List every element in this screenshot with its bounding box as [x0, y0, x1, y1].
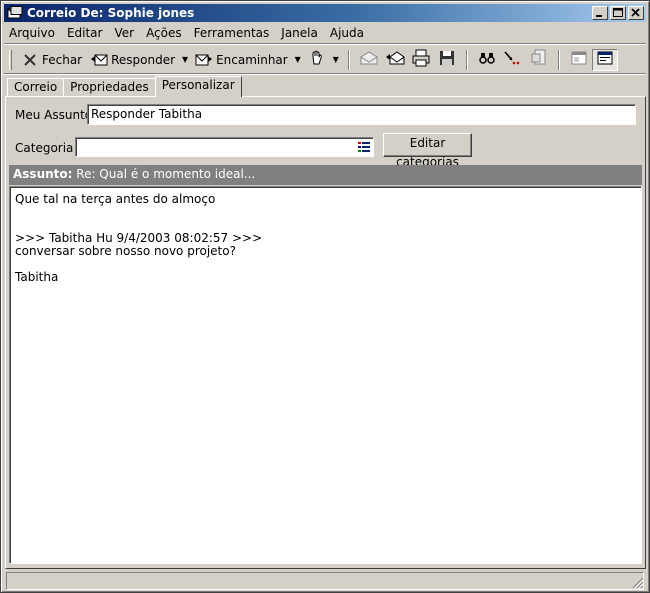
mark-unread-button[interactable]: [382, 49, 408, 71]
close-button[interactable]: Fechar: [17, 49, 86, 71]
tab-correio[interactable]: Correio: [7, 78, 65, 96]
my-subject-input[interactable]: Responder Tabitha: [87, 104, 636, 125]
body-line: Que tal na terça antes do almoço: [15, 192, 216, 206]
toolbar: Fechar Responder ▼ Encaminhar ▼ ▼: [7, 47, 643, 72]
x-icon: [21, 52, 39, 68]
edit-categories-button[interactable]: Editar categorias: [383, 133, 472, 169]
message-body[interactable]: Que tal na terça antes do almoço >>> Tab…: [9, 186, 642, 564]
menu-janela[interactable]: Janela: [275, 26, 324, 40]
envelope-arrow-icon: [385, 50, 405, 69]
menu-acoes[interactable]: Ações: [140, 26, 188, 40]
window-layout-icon: [570, 50, 588, 69]
toolbar-separator: [557, 49, 560, 70]
toolbar-separator-line: [4, 73, 646, 75]
body-line: Tabitha: [15, 270, 59, 284]
menu-editar[interactable]: Editar: [61, 26, 109, 40]
forward-button-label: Encaminhar: [216, 52, 288, 67]
menu-bar: Arquivo Editar Ver Ações Ferramentas Jan…: [4, 23, 646, 43]
printer-icon: [411, 49, 431, 70]
layout-view-button[interactable]: [566, 49, 592, 71]
subject-prefix: Assunto:: [13, 167, 73, 181]
minimize-button[interactable]: [592, 6, 608, 20]
title-bar[interactable]: Correio De: Sophie jones: [4, 4, 646, 22]
toolbar-separator: [465, 49, 468, 70]
window-title: Correio De: Sophie jones: [27, 6, 195, 20]
status-pane: [6, 572, 644, 590]
forward-dropdown-arrow[interactable]: ▼: [292, 49, 304, 71]
print-button[interactable]: [408, 49, 434, 71]
menu-ferramentas[interactable]: Ferramentas: [188, 26, 276, 40]
tab-propriedades[interactable]: Propriedades: [63, 78, 156, 96]
status-bar: [4, 571, 646, 591]
list-icon[interactable]: [357, 141, 371, 153]
reply-dropdown-arrow[interactable]: ▼: [179, 49, 191, 71]
binoculars-icon: [478, 50, 496, 69]
open-envelope-icon: [359, 50, 379, 69]
notes-icon: [530, 49, 548, 70]
toolbar-separator: [347, 49, 350, 70]
subject-bar: Assunto: Re: Qual é o momento ideal...: [9, 165, 642, 185]
menu-ver[interactable]: Ver: [108, 26, 140, 40]
hand-button[interactable]: [304, 49, 330, 71]
resize-grip-icon[interactable]: [632, 577, 645, 590]
route-arrow-icon: [503, 50, 523, 69]
category-input[interactable]: [75, 137, 374, 157]
menu-ajuda[interactable]: Ajuda: [324, 26, 370, 40]
mail-window-icon: [7, 6, 23, 20]
body-line: conversar sobre nosso novo projeto?: [15, 244, 236, 258]
menu-separator: [4, 43, 646, 45]
hand-icon: [308, 49, 326, 70]
reply-button[interactable]: Responder: [86, 49, 179, 71]
maximize-button[interactable]: [610, 6, 626, 20]
reply-button-label: Responder: [111, 52, 176, 67]
forward-icon: [195, 52, 213, 68]
my-subject-label: Meu Assunto:: [15, 108, 97, 122]
hand-dropdown-arrow[interactable]: ▼: [330, 49, 342, 71]
reply-icon: [90, 52, 108, 68]
menu-arquivo[interactable]: Arquivo: [4, 26, 61, 40]
preview-view-button[interactable]: [591, 48, 618, 71]
close-button-label: Fechar: [42, 52, 83, 67]
save-button[interactable]: [434, 49, 460, 71]
toolbar-grip[interactable]: [9, 49, 12, 70]
route-button[interactable]: [500, 49, 526, 71]
category-label: Categoria: [15, 141, 74, 155]
subject-value: Re: Qual é o momento ideal...: [76, 167, 256, 181]
floppy-disk-icon: [438, 49, 456, 70]
mail-window: Correio De: Sophie jones Arquivo Editar …: [0, 0, 650, 593]
open-envelope-button[interactable]: [356, 49, 382, 71]
notes-button[interactable]: [526, 49, 552, 71]
window-preview-icon: [596, 50, 614, 69]
tab-personalizar[interactable]: Personalizar: [154, 76, 242, 97]
body-line: [15, 258, 636, 271]
close-window-button[interactable]: [628, 6, 644, 20]
find-button[interactable]: [474, 49, 500, 71]
tab-strip: Correio Propriedades Personalizar: [7, 76, 242, 97]
body-line: [15, 206, 636, 219]
forward-button[interactable]: Encaminhar: [191, 49, 292, 71]
